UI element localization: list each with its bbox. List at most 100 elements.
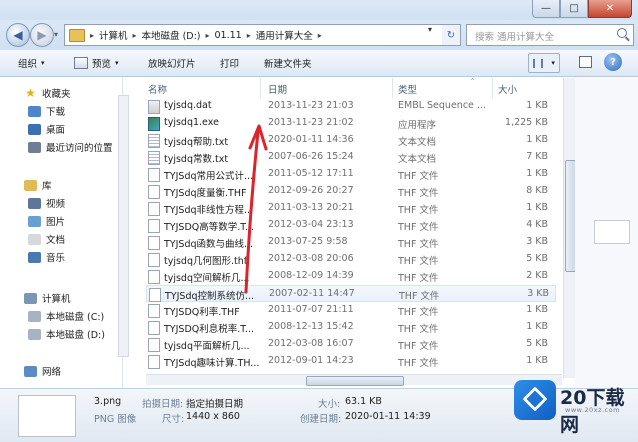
sidebar-item-drive-c[interactable]: 本地磁盘 (C:) <box>28 308 104 324</box>
data-file-icon <box>148 100 160 114</box>
print-button[interactable]: 打印 <box>220 56 239 70</box>
column-header-name[interactable]: 名称 <box>148 82 167 96</box>
details-filename: 3.png <box>94 396 122 407</box>
sidebar-item-favorites[interactable]: ★ 收藏夹 <box>24 85 71 101</box>
new-folder-button[interactable]: 新建文件夹 <box>264 56 312 70</box>
file-name: tyjsdq帮助.txt <box>164 137 229 148</box>
sidebar-item-computer[interactable]: 计算机 <box>24 290 71 306</box>
organize-button[interactable]: 组织 ▾ <box>18 56 45 70</box>
breadcrumb-drive-d[interactable]: 本地磁盘 (D:) <box>139 28 204 42</box>
preview-thumbnail <box>594 220 630 244</box>
recent-pages-dropdown[interactable]: ▾ <box>54 30 58 39</box>
change-view-button[interactable]: ▾ <box>528 53 560 73</box>
file-row[interactable]: TYJSdq度量衡.THF 2012-09-26 20:27 THF 文件 8 KB <box>146 183 556 200</box>
back-button[interactable]: ◀ <box>6 23 30 47</box>
file-row[interactable]: TYJSdq趣味计算.TH... 2012-09-01 14:23 THF 文件 1 … <box>146 353 556 370</box>
details-dimensions-value: 1440 x 860 <box>186 411 240 422</box>
file-row[interactable]: TYJSdq非线性方程... 2011-03-13 20:21 THF 文件 1 KB <box>146 200 556 217</box>
breadcrumb-separator[interactable]: ▸ <box>204 31 212 40</box>
file-size: 1 KB <box>526 100 548 111</box>
refresh-button[interactable]: ↻ <box>442 24 461 46</box>
forward-button[interactable]: ▶ <box>30 23 54 47</box>
details-shot-date-value[interactable]: 指定拍摄日期 <box>186 396 243 410</box>
column-header-date[interactable]: 日期 <box>268 82 287 96</box>
horizontal-scrollbar[interactable] <box>146 374 562 386</box>
file-row[interactable]: tyjsdq帮助.txt 2020-01-11 14:36 文本文档 1 KB <box>146 132 556 149</box>
help-button[interactable]: ? <box>604 53 622 71</box>
file-row[interactable]: TYJSdq控制系统仿... 2007-02-11 14:47 THF 文件 3 KB <box>146 285 556 302</box>
chevron-down-icon: ▾ <box>115 59 119 67</box>
sidebar-scrollbar[interactable] <box>118 95 129 357</box>
file-name: tyjsdq空间解析几... <box>164 273 250 284</box>
file-icon <box>148 338 160 352</box>
sidebar-item-network[interactable]: 网络 <box>24 363 61 379</box>
sidebar-item-drive-d[interactable]: 本地磁盘 (D:) <box>28 326 105 342</box>
file-row[interactable]: tyjsdq1.exe 2013-11-23 21:02 应用程序 1,225 KB <box>146 115 556 132</box>
column-header-size[interactable]: 大小 <box>498 82 517 96</box>
sidebar-item-downloads[interactable]: 下载 <box>28 103 65 119</box>
file-icon <box>148 355 160 369</box>
organize-label: 组织 <box>18 59 38 70</box>
sidebar-item-label: 图片 <box>46 217 66 228</box>
file-row[interactable]: TYJSdq常用公式计... 2011-05-12 17:11 THF 文件 1 KB <box>146 166 556 183</box>
sidebar-item-label: 收藏夹 <box>42 89 71 100</box>
file-type: THF 文件 <box>399 291 440 302</box>
sidebar-item-documents[interactable]: 文档 <box>28 231 65 247</box>
file-date: 2008-12-09 14:39 <box>268 270 354 281</box>
file-row[interactable]: tyjsdq.dat 2013-11-23 21:03 EMBL Sequence … <box>146 98 556 115</box>
breadcrumb-folder-0111[interactable]: 01.11 <box>212 30 245 41</box>
file-type: THF 文件 <box>398 358 439 369</box>
sidebar-item-label: 本地磁盘 (C:) <box>46 312 105 323</box>
file-row[interactable]: TYJSDQ利率.THF 2011-07-07 21:11 THF 文件 1 KB <box>146 302 556 319</box>
window-controls: — □ ✕ <box>532 0 632 18</box>
sidebar-item-pictures[interactable]: 图片 <box>28 213 65 229</box>
library-icon <box>24 179 37 191</box>
minimize-button[interactable]: — <box>532 0 560 18</box>
file-row[interactable]: tyjsdq几何图形.thf 2012-03-08 20:06 THF 文件 5 KB <box>146 251 556 268</box>
file-row[interactable]: tyjsdq空间解析几... 2008-12-09 14:39 THF 文件 2 KB <box>146 268 556 285</box>
breadcrumb-computer[interactable]: 计算机 <box>96 28 131 42</box>
column-divider[interactable] <box>492 78 493 98</box>
file-name: tyjsdq1.exe <box>164 117 219 128</box>
scrollbar-thumb[interactable] <box>306 376 404 386</box>
file-date: 2011-03-13 20:21 <box>268 202 354 213</box>
breadcrumb-separator[interactable]: ▸ <box>316 31 324 40</box>
sidebar-item-recent-places[interactable]: 最近访问的位置 <box>28 139 113 155</box>
file-row[interactable]: TYJSDQ高等数学.T... 2012-03-04 23:13 THF 文件 4 K… <box>146 217 556 234</box>
address-history-dropdown[interactable]: ▾ <box>428 25 432 34</box>
breadcrumb-separator[interactable]: ▸ <box>88 31 96 40</box>
file-type: THF 文件 <box>398 222 439 233</box>
file-type: THF 文件 <box>398 239 439 250</box>
close-button[interactable]: ✕ <box>588 0 632 18</box>
file-date: 2012-03-08 16:07 <box>268 338 354 349</box>
column-divider[interactable] <box>260 78 261 98</box>
file-icon <box>149 288 161 302</box>
breadcrumb-separator[interactable]: ▸ <box>245 31 253 40</box>
file-date: 2012-03-08 20:06 <box>268 253 354 264</box>
column-header-type[interactable]: 类型 <box>398 82 417 96</box>
search-input[interactable]: 搜索 通用计算大全 <box>466 24 634 46</box>
print-label: 打印 <box>220 59 240 70</box>
sidebar-item-music[interactable]: 音乐 <box>28 249 65 265</box>
column-divider[interactable] <box>392 78 393 98</box>
file-row[interactable]: tyjsdq平面解析几... 2012-03-08 16:07 THF 文件 5 KB <box>146 336 556 353</box>
chevron-down-icon: ▾ <box>551 59 555 67</box>
file-row[interactable]: TYJSDQ利息税率.T... 2008-12-13 15:42 THF 文件 1 K… <box>146 319 556 336</box>
sidebar-item-videos[interactable]: 视频 <box>28 195 65 211</box>
breadcrumb-separator[interactable]: ▸ <box>131 31 139 40</box>
sidebar-item-desktop[interactable]: 桌面 <box>28 121 65 137</box>
breadcrumb-current-folder[interactable]: 通用计算大全 <box>253 28 316 42</box>
maximize-button[interactable]: □ <box>560 0 588 18</box>
file-name: TYJSdq非线性方程... <box>164 205 254 216</box>
preview-pane-button[interactable] <box>576 53 594 71</box>
file-row[interactable]: TYJSdq函数与曲线... 2013-07-25 9:58 THF 文件 3 KB <box>146 234 556 251</box>
file-date: 2011-07-07 21:11 <box>268 304 354 315</box>
preview-button[interactable]: 预览 ▾ <box>74 56 119 70</box>
file-row[interactable]: tyjsdq常数.txt 2007-06-26 15:24 文本文档 7 KB <box>146 149 556 166</box>
file-size: 1 KB <box>526 134 548 145</box>
file-name: TYJSDQ高等数学.T... <box>164 222 254 233</box>
slideshow-button[interactable]: 放映幻灯片 <box>148 56 196 70</box>
sidebar-item-libraries[interactable]: 库 <box>24 177 52 193</box>
address-bar[interactable]: ▸ 计算机 ▸ 本地磁盘 (D:) ▸ 01.11 ▸ 通用计算大全 ▸ <box>64 24 443 46</box>
file-date: 2007-02-11 14:47 <box>269 288 355 299</box>
